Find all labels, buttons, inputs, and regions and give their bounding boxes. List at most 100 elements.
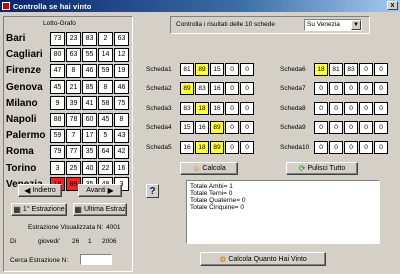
wheel-number-cell: 22 [98, 161, 113, 176]
scheda-number-input[interactable]: 0 [344, 121, 358, 134]
prima-estrazione-button[interactable]: ▦ 1° Estrazione [11, 203, 67, 216]
wheel-number-cell: 73 [50, 31, 65, 46]
scheda-number-input[interactable]: 16 [195, 121, 209, 134]
wheel-row: Firenze 47 8 46 59 19 [6, 63, 130, 78]
scheda-number-input[interactable]: 0 [374, 121, 388, 134]
scheda-number-input[interactable]: 0 [329, 121, 343, 134]
pulisci-tutto-button[interactable]: ⟳ Pulisci Tutto [286, 162, 358, 175]
wheel-number-cell: 88 [50, 112, 65, 127]
close-button[interactable]: x [387, 1, 398, 10]
scheda-number-input[interactable]: 0 [314, 140, 328, 154]
scheda-number-input[interactable]: 0 [240, 62, 254, 76]
calendar-icon: ▦ [74, 205, 82, 214]
scheda-number-input[interactable]: 0 [240, 101, 254, 115]
scheda-number-input[interactable]: 0 [314, 82, 328, 95]
scheda-number-input[interactable]: 0 [359, 140, 373, 154]
scheda-number-input[interactable]: 0 [240, 121, 254, 134]
scheda-number-input[interactable]: 18 [314, 62, 328, 76]
indietro-button[interactable]: ◀ Indietro [18, 184, 62, 197]
calcola-label: Calcola [202, 165, 226, 172]
scheda-number-input[interactable]: 0 [359, 62, 373, 76]
wheel-number-cell: 83 [82, 31, 97, 46]
scheda-number-input[interactable]: 0 [374, 82, 388, 95]
wheel-number-cell: 21 [66, 80, 81, 95]
wheel-number-cell: 16 [114, 161, 129, 176]
result-line: Totale Terni= 0 [190, 190, 233, 197]
wheel-number-cell: 9 [50, 96, 65, 111]
forward-arrow-icon: ▶ [107, 186, 114, 195]
scheda-number-input[interactable]: 89 [180, 82, 194, 95]
wheel-number-cell: 45 [98, 112, 113, 127]
wheel-name: Torino [6, 162, 37, 174]
scheda-row: Scheda6 18 81 83 0 0 [280, 62, 389, 76]
avanti-button[interactable]: Avanti ▶ [78, 184, 122, 197]
scheda-number-input[interactable]: 83 [195, 82, 209, 95]
scheda-number-input[interactable]: 89 [210, 121, 224, 134]
wheel-number-cell: 59 [98, 63, 113, 78]
scheda-label: Scheda9 [280, 124, 306, 131]
scheda-number-input[interactable]: 83 [344, 62, 358, 76]
scheda-label: Scheda7 [280, 85, 306, 92]
scheda-number-input[interactable]: 89 [210, 140, 224, 154]
scheda-number-input[interactable]: 0 [225, 121, 239, 134]
scheda-row: Scheda7 0 0 0 0 0 [280, 82, 389, 96]
scheda-row: Scheda10 0 0 0 0 0 [280, 140, 389, 154]
scheda-number-input[interactable]: 0 [225, 82, 239, 95]
wheel-number-cell: 58 [98, 96, 113, 111]
scheda-number-input[interactable]: 0 [344, 101, 358, 115]
scheda-number-input[interactable]: 0 [329, 140, 343, 154]
calcola-quanto-hai-vinto-button[interactable]: ⚙ Calcola Quanto Hai Vinto [200, 252, 326, 266]
scheda-number-input[interactable]: 18 [195, 101, 209, 115]
scheda-label: Scheda4 [146, 124, 172, 131]
wheel-number-cell: 7 [66, 128, 81, 143]
scheda-number-input[interactable]: 81 [329, 62, 343, 76]
smiley-icon: ☺ [192, 164, 201, 173]
wheel-number-cell: 78 [66, 112, 81, 127]
help-button[interactable]: ? [146, 184, 159, 198]
scheda-number-input[interactable]: 0 [329, 82, 343, 95]
scheda-number-input[interactable]: 0 [240, 82, 254, 95]
scheda-number-input[interactable]: 15 [180, 121, 194, 134]
scheda-number-input[interactable]: 0 [314, 121, 328, 134]
day-value: 26 [72, 238, 80, 245]
scheda-number-input[interactable]: 0 [240, 140, 254, 154]
scheda-number-input[interactable]: 0 [225, 101, 239, 115]
wheel-name: Bari [6, 33, 26, 44]
scheda-number-input[interactable]: 18 [195, 140, 209, 154]
scheda-number-input[interactable]: 0 [344, 140, 358, 154]
scheda-number-input[interactable]: 16 [180, 140, 194, 154]
scheda-number-input[interactable]: 0 [359, 82, 373, 95]
wheel-name: Napoli [6, 114, 37, 125]
ultima-estrazione-button[interactable]: ▦ Ultima Estraz [73, 203, 127, 216]
wheel-number-cell: 41 [82, 96, 97, 111]
scheda-number-input[interactable]: 15 [210, 62, 224, 76]
wheel-number-cell: 39 [66, 96, 81, 111]
scheda-number-input[interactable]: 0 [225, 140, 239, 154]
indietro-label: Indietro [32, 187, 56, 194]
scheda-number-input[interactable]: 81 [180, 62, 194, 76]
scheda-label: Scheda6 [280, 65, 306, 73]
calcola-button[interactable]: ☺ Calcola [180, 162, 238, 175]
scheda-number-input[interactable]: 0 [329, 101, 343, 115]
scheda-number-input[interactable]: 0 [225, 62, 239, 76]
scheda-number-input[interactable]: 0 [359, 121, 373, 134]
scheda-number-input[interactable]: 16 [210, 101, 224, 115]
scheda-number-input[interactable]: 89 [195, 62, 209, 76]
scheda-row: Scheda8 0 0 0 0 0 [280, 101, 389, 115]
scheda-number-input[interactable]: 0 [374, 140, 388, 154]
scheda-number-input[interactable]: 0 [344, 82, 358, 95]
wheel-number-cell: 2 [98, 31, 113, 46]
year-value: 2006 [102, 238, 117, 245]
cerca-estrazione-input[interactable] [80, 254, 112, 265]
results-textarea[interactable]: Totale Ambi= 1 Totale Terni= 0 Totale Qu… [186, 180, 380, 244]
scheda-number-input[interactable]: 16 [210, 82, 224, 95]
ruota-select[interactable]: Su Venezia ▼ [304, 19, 362, 31]
scheda-number-input[interactable]: 0 [359, 101, 373, 115]
pulisci-tutto-label: Pulisci Tutto [307, 165, 346, 172]
chevron-down-icon[interactable]: ▼ [351, 20, 361, 30]
scheda-number-input[interactable]: 0 [374, 101, 388, 115]
scheda-number-input[interactable]: 0 [374, 62, 388, 76]
scheda-number-input[interactable]: 83 [180, 101, 194, 115]
wheel-name: Roma [6, 146, 34, 158]
scheda-number-input[interactable]: 0 [314, 101, 328, 115]
